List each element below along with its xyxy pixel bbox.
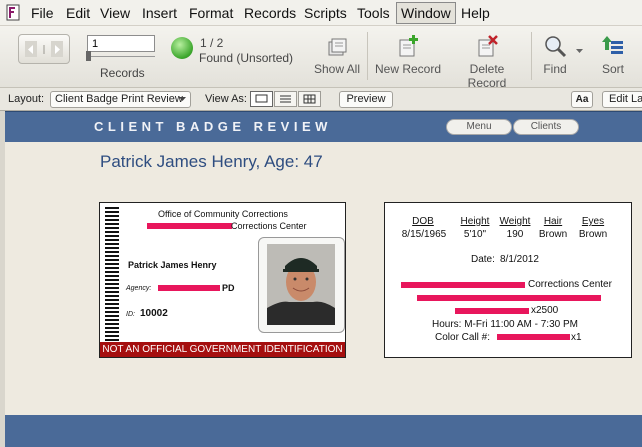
form-view-icon: [255, 94, 268, 103]
layout-label: Layout:: [8, 93, 45, 105]
redaction-mark: [401, 282, 525, 288]
redaction-mark: [497, 334, 570, 340]
toolbar-separator: [531, 32, 532, 80]
record-heading: Patrick James Henry, Age: 47: [100, 152, 323, 171]
barcode-graphic: [105, 207, 119, 343]
hours-text: Hours: M-Fri 11:00 AM - 7:30 PM: [432, 319, 578, 330]
list-view-icon: [280, 95, 291, 103]
layout-bar: Layout: Client Badge Print Review View A…: [0, 88, 642, 111]
redaction-mark: [417, 295, 601, 301]
page-title: CLIENT BADGE REVIEW: [94, 119, 332, 134]
view-as-label: View As:: [205, 93, 247, 105]
view-as-table-button[interactable]: [298, 91, 321, 107]
text-formatting-button[interactable]: Aa: [571, 91, 593, 108]
date-label: Date:: [471, 254, 495, 265]
layout-select[interactable]: Client Badge Print Review: [50, 91, 191, 108]
header-hair: Hair: [543, 216, 563, 227]
value-eyes: Brown: [578, 229, 608, 240]
find-dropdown-chevron-icon[interactable]: [576, 49, 583, 53]
menu-tools[interactable]: Tools: [357, 5, 390, 21]
redaction-mark: [158, 285, 220, 291]
new-record-label: New Record: [374, 62, 442, 76]
layout-header: CLIENT BADGE REVIEW Menu Clients: [5, 111, 642, 142]
badge-agency-label: Agency:: [126, 285, 152, 292]
sort-icon: [602, 36, 623, 54]
found-status: Found (Unsorted): [199, 51, 294, 65]
menu-records[interactable]: Records: [244, 5, 296, 21]
header-weight: Weight: [499, 216, 531, 227]
menu-help[interactable]: Help: [461, 5, 490, 21]
menu-view[interactable]: View: [100, 5, 130, 21]
badge-office: Office of Community Corrections: [158, 209, 288, 219]
badge-id-value: 10002: [140, 308, 168, 319]
show-all-button[interactable]: Show All: [313, 34, 361, 76]
phone-extension: x2500: [531, 305, 559, 316]
status-toolbar: Records 1 / 2 Found (Unsorted) Show All …: [0, 26, 642, 90]
header-dob: DOB: [412, 216, 434, 227]
toolbar-separator: [367, 32, 368, 80]
menu-edit[interactable]: Edit: [66, 5, 90, 21]
badge-agency-suffix: PD: [222, 283, 235, 293]
sort-button[interactable]: Sort: [598, 34, 628, 76]
redaction-mark: [455, 308, 529, 314]
value-weight: 190: [506, 229, 524, 240]
value-hair: Brown: [538, 229, 568, 240]
view-as-form-button[interactable]: [250, 91, 273, 107]
date-value: 8/1/2012: [500, 254, 539, 265]
edit-layout-button[interactable]: Edit La: [602, 91, 642, 108]
table-view-icon: [303, 94, 316, 104]
record-number-input[interactable]: [87, 35, 155, 52]
center-name-suffix: Corrections Center: [528, 279, 612, 290]
badge-disclaimer: NOT AN OFFICIAL GOVERNMENT IDENTIFICATIO…: [100, 342, 345, 357]
menu-window[interactable]: Window: [396, 2, 456, 24]
layout-footer: [5, 415, 642, 447]
clients-nav-button[interactable]: Clients: [513, 119, 579, 135]
show-all-icon: [328, 38, 347, 56]
record-slider-track[interactable]: [87, 56, 155, 57]
new-record-button[interactable]: New Record: [374, 34, 442, 76]
client-badge-card: Office of Community Corrections Correcti…: [99, 202, 346, 358]
header-height: Height: [460, 216, 490, 227]
record-count: 1 / 2: [200, 36, 224, 50]
value-dob: 8/15/1965: [401, 229, 447, 240]
preview-button[interactable]: Preview: [339, 91, 393, 108]
header-eyes: Eyes: [581, 216, 605, 227]
badge-client-name: Patrick James Henry: [128, 260, 217, 270]
delete-record-button[interactable]: Delete Record: [449, 34, 525, 90]
color-call-extension: x1: [571, 332, 582, 343]
book-arrows-icon: [28, 45, 60, 54]
color-call-label: Color Call #:: [435, 332, 491, 343]
magnifier-icon: [545, 36, 567, 58]
show-all-label: Show All: [313, 62, 361, 76]
records-label: Records: [100, 66, 145, 80]
find-label: Find: [543, 62, 567, 76]
new-record-icon: [399, 35, 418, 57]
view-as-list-button[interactable]: [274, 91, 297, 107]
menu-file[interactable]: File: [31, 5, 54, 21]
delete-record-icon: [478, 35, 498, 57]
record-book-navigator[interactable]: [18, 34, 70, 64]
filemaker-app-icon[interactable]: [6, 4, 20, 21]
menu-bar: File Edit View Insert Format Records Scr…: [0, 0, 642, 26]
record-slider-thumb[interactable]: [86, 51, 91, 61]
badge-id-label: ID:: [126, 311, 135, 318]
layout-select-value: Client Badge Print Review: [55, 93, 183, 105]
menu-format[interactable]: Format: [189, 5, 233, 21]
found-set-pie-icon: [171, 37, 193, 59]
badge-center: Corrections Center: [231, 221, 307, 231]
menu-insert[interactable]: Insert: [142, 5, 177, 21]
menu-scripts[interactable]: Scripts: [304, 5, 347, 21]
client-photo-frame: [258, 237, 345, 333]
delete-record-label: Delete Record: [467, 62, 507, 90]
find-button[interactable]: Find: [538, 34, 572, 76]
value-height: 5'10": [463, 229, 487, 240]
redaction-mark: [147, 223, 232, 229]
client-photo: [267, 244, 335, 325]
sort-label: Sort: [601, 62, 624, 76]
client-info-card: DOB Height Weight Hair Eyes 8/15/1965 5'…: [384, 202, 632, 358]
menu-nav-button[interactable]: Menu: [446, 119, 512, 135]
chevron-down-icon: [179, 97, 186, 101]
